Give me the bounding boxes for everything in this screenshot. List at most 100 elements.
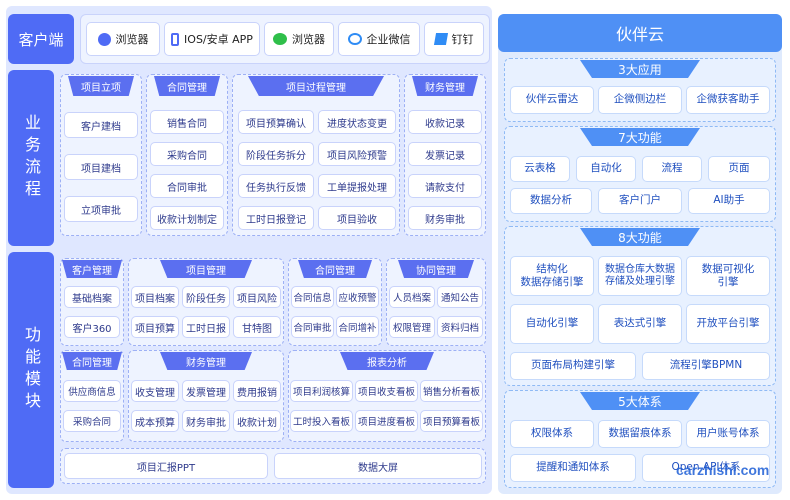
- module-item[interactable]: 项目预算: [131, 316, 179, 338]
- flow-item[interactable]: 财务审批: [408, 206, 482, 230]
- module-contract-title: 合同管理: [298, 260, 372, 278]
- module-item[interactable]: 人员档案: [389, 286, 435, 308]
- module-item[interactable]: 甘特图: [233, 316, 281, 338]
- client-item-label: IOS/安卓 APP: [184, 33, 253, 46]
- module-project-title: 项目管理: [160, 260, 252, 278]
- module-item[interactable]: 应收预警: [336, 286, 379, 308]
- flow-item[interactable]: 项目建档: [64, 154, 138, 180]
- flow-item[interactable]: 工时日报登记: [238, 206, 314, 230]
- module-item[interactable]: 合同审批: [291, 316, 334, 338]
- engine-item[interactable]: 结构化 数据存储引擎: [510, 256, 594, 296]
- client-wecom-item[interactable]: 企业微信: [338, 22, 420, 56]
- module-item[interactable]: 阶段任务: [182, 286, 230, 308]
- module-report-title: 报表分析: [340, 352, 434, 370]
- flow-item[interactable]: 立项审批: [64, 196, 138, 222]
- module-item[interactable]: 采购合同: [63, 410, 121, 432]
- app-item[interactable]: 企微侧边栏: [598, 86, 682, 114]
- module-collab-title: 协同管理: [398, 260, 474, 278]
- flow-item[interactable]: 采购合同: [150, 142, 224, 166]
- flow-item[interactable]: 项目验收: [318, 206, 396, 230]
- function-item[interactable]: AI助手: [688, 188, 770, 214]
- function-item[interactable]: 云表格: [510, 156, 570, 182]
- system-item[interactable]: 用户账号体系: [686, 420, 770, 448]
- client-app-item[interactable]: IOS/安卓 APP: [164, 22, 260, 56]
- right-systems-title: 5大体系: [580, 392, 700, 410]
- module-item[interactable]: 合同信息: [291, 286, 334, 308]
- module-item[interactable]: 项目利润核算: [290, 380, 353, 402]
- flow-item[interactable]: 任务执行反馈: [238, 174, 314, 198]
- flow-item[interactable]: 请款支付: [408, 174, 482, 198]
- module-item[interactable]: 财务审批: [182, 410, 230, 432]
- system-item[interactable]: 权限体系: [510, 420, 594, 448]
- system-item[interactable]: 提醒和通知体系: [510, 454, 636, 482]
- right-engines-title: 8大功能: [580, 228, 700, 246]
- engine-item[interactable]: 数据仓库大数据 存储及处理引擎: [598, 256, 682, 296]
- module-item[interactable]: 工时日报: [182, 316, 230, 338]
- engine-item[interactable]: 流程引擎BPMN: [642, 352, 770, 380]
- flow-contract-title: 合同管理: [154, 76, 220, 96]
- module-item[interactable]: 费用报销: [233, 380, 281, 402]
- module-item[interactable]: 项目收支看板: [355, 380, 418, 402]
- module-item[interactable]: 供应商信息: [63, 380, 121, 402]
- module-item[interactable]: 客户360: [64, 316, 120, 338]
- client-item-label: 企业微信: [366, 33, 411, 46]
- module-item[interactable]: 收支管理: [131, 380, 179, 402]
- module-item[interactable]: 成本预算: [131, 410, 179, 432]
- right-functions-title: 7大功能: [580, 128, 700, 146]
- system-item[interactable]: 数据留痕体系: [598, 420, 682, 448]
- engine-item[interactable]: 数据可视化 引擎: [686, 256, 770, 296]
- client-dingtalk-item[interactable]: 钉钉: [424, 22, 484, 56]
- app-item[interactable]: 企微获客助手: [686, 86, 770, 114]
- module-item[interactable]: 权限管理: [389, 316, 435, 338]
- module-item[interactable]: 发票管理: [182, 380, 230, 402]
- wechat-icon: [273, 33, 287, 45]
- module-item[interactable]: 数据大屏: [274, 453, 482, 479]
- engine-item[interactable]: 开放平台引擎: [686, 304, 770, 344]
- flow-project-setup-title: 项目立项: [68, 76, 134, 96]
- flow-item[interactable]: 项目风险预警: [318, 142, 396, 166]
- client-item-label: 钉钉: [451, 33, 474, 46]
- engine-item[interactable]: 自动化引擎: [510, 304, 594, 344]
- module-item[interactable]: 工时投入看板: [290, 410, 353, 432]
- function-item[interactable]: 客户门户: [598, 188, 682, 214]
- module-item[interactable]: 项目预算看板: [420, 410, 483, 432]
- function-item[interactable]: 数据分析: [510, 188, 592, 214]
- flow-item[interactable]: 合同审批: [150, 174, 224, 198]
- engine-item[interactable]: 页面布局构建引擎: [510, 352, 636, 380]
- flow-item[interactable]: 销售合同: [150, 110, 224, 134]
- flow-item[interactable]: 进度状态变更: [318, 110, 396, 134]
- client-wechat-item[interactable]: 浏览器: [264, 22, 334, 56]
- flow-finance-title: 财务管理: [412, 76, 478, 96]
- module-item[interactable]: 销售分析看板: [420, 380, 483, 402]
- flow-item[interactable]: 阶段任务拆分: [238, 142, 314, 166]
- module-item[interactable]: 资料归档: [437, 316, 483, 338]
- flow-item[interactable]: 客户建档: [64, 112, 138, 138]
- module-item[interactable]: 项目进度看板: [355, 410, 418, 432]
- flow-item[interactable]: 工单提报处理: [318, 174, 396, 198]
- flow-item[interactable]: 收款计划制定: [150, 206, 224, 230]
- function-item[interactable]: 自动化: [576, 156, 636, 182]
- module-item[interactable]: 项目汇报PPT: [64, 453, 268, 479]
- module-item[interactable]: 项目风险: [233, 286, 281, 308]
- phone-icon: [171, 32, 180, 46]
- module-finance-title: 财务管理: [160, 352, 252, 370]
- flow-item[interactable]: 项目预算确认: [238, 110, 314, 134]
- client-item-label: 浏览器: [115, 33, 149, 46]
- wecom-icon: [347, 33, 362, 45]
- function-item[interactable]: 页面: [708, 156, 770, 182]
- client-item-label: 浏览器: [292, 33, 325, 46]
- module-supplier-title: 合同管理: [62, 352, 122, 370]
- right-apps-title: 3大应用: [580, 60, 700, 78]
- module-item[interactable]: 项目档案: [131, 286, 179, 308]
- module-item[interactable]: 收款计划: [233, 410, 281, 432]
- flow-item[interactable]: 收款记录: [408, 110, 482, 134]
- module-item[interactable]: 合同增补: [336, 316, 379, 338]
- module-item[interactable]: 基础档案: [64, 286, 120, 308]
- app-item[interactable]: 伙伴云雷达: [510, 86, 594, 114]
- engine-item[interactable]: 表达式引擎: [598, 304, 682, 344]
- module-item[interactable]: 通知公告: [437, 286, 483, 308]
- flow-item[interactable]: 发票记录: [408, 142, 482, 166]
- function-item[interactable]: 流程: [642, 156, 702, 182]
- dingtalk-icon: [433, 33, 448, 45]
- client-browser-item[interactable]: 浏览器: [86, 22, 160, 56]
